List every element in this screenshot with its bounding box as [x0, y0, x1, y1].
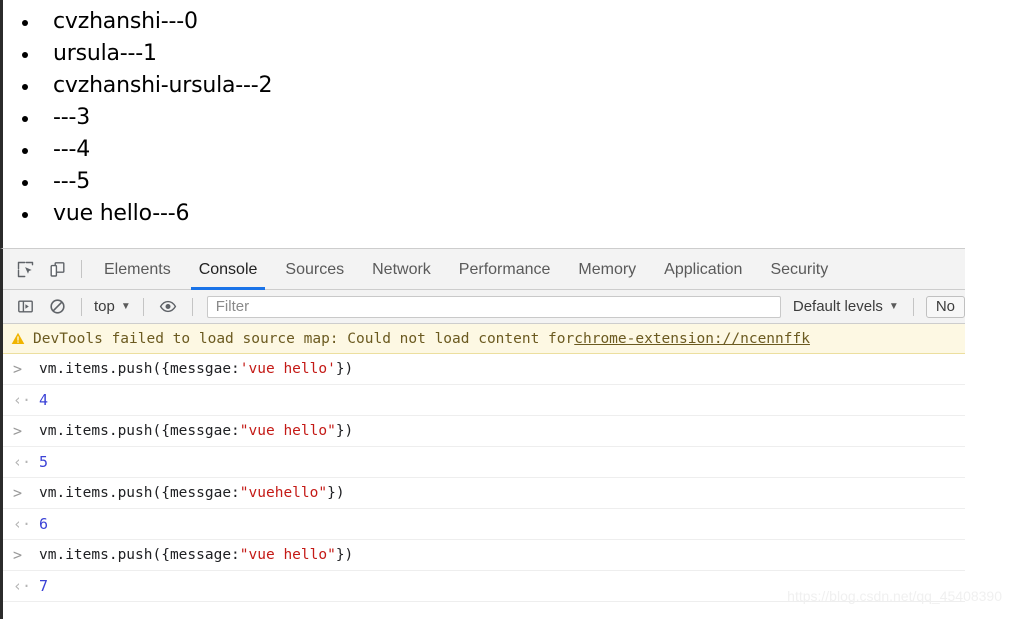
vue-items-list: cvzhanshi---0 ursula---1 cvzhanshi-ursul… [3, 0, 1014, 230]
filter-input[interactable] [206, 295, 781, 318]
console-code-tail: }) [335, 361, 354, 377]
console-prompt-icon: > [13, 483, 23, 502]
warning-triangle-icon [11, 332, 25, 345]
chevron-down-icon: ▼ [888, 300, 899, 312]
tab-memory[interactable]: Memory [564, 249, 650, 290]
chevron-down-icon: ▼ [120, 300, 131, 312]
console-string-literal: "vue hello" [239, 423, 336, 439]
log-levels-label: Default levels [792, 298, 883, 315]
console-sidebar-icon[interactable] [11, 293, 39, 321]
console-prompt-icon: > [13, 421, 23, 440]
list-item: ---5 [3, 166, 1014, 198]
console-return-icon: ‹· [13, 390, 32, 409]
clear-console-icon[interactable] [43, 293, 71, 321]
tab-application[interactable]: Application [650, 249, 756, 290]
filterbar-divider-2 [142, 297, 144, 316]
console-code: vm.items.push({message: [39, 547, 240, 563]
console-result-row: ‹· 6 [3, 509, 965, 540]
console-string-literal: "vuehello" [239, 485, 328, 501]
console-return-icon: ‹· [13, 514, 32, 533]
list-item: ---3 [3, 102, 1014, 134]
console-input-row[interactable]: > vm.items.push({messgae: "vuehello"}) [3, 478, 965, 509]
console-return-value: 5 [39, 453, 49, 471]
console-return-value: 6 [39, 515, 49, 533]
console-code-tail: }) [335, 547, 354, 563]
console-result-row: ‹· 5 [3, 447, 965, 478]
devtools-tab-list: Elements Console Sources Network Perform… [90, 249, 842, 290]
console-filter-bar: top ▼ Default levels ▼ No [3, 290, 965, 324]
console-code: vm.items.push({messgae: [39, 361, 240, 377]
console-return-icon: ‹· [13, 576, 32, 595]
console-prompt-icon: > [13, 545, 23, 564]
console-string-literal: "vue hello" [239, 547, 336, 563]
execution-context-label: top [94, 298, 115, 315]
console-output: DevTools failed to load source map: Coul… [3, 324, 965, 618]
list-item: cvzhanshi-ursula---2 [3, 70, 1014, 102]
tab-performance[interactable]: Performance [445, 249, 565, 290]
list-item: ursula---1 [3, 38, 1014, 70]
toolbar-divider [81, 260, 82, 278]
filterbar-divider-3 [191, 297, 193, 316]
console-code: vm.items.push({messgae: [39, 423, 240, 439]
devtools-panel: Elements Console Sources Network Perform… [0, 248, 965, 619]
console-input-row[interactable]: > vm.items.push({messgae: "vue hello"}) [3, 416, 965, 447]
device-toolbar-icon[interactable] [43, 255, 71, 283]
console-string-literal: 'vue hello' [239, 361, 336, 377]
live-expression-icon[interactable] [154, 293, 182, 321]
screenshot-root: cvzhanshi---0 ursula---1 cvzhanshi-ursul… [0, 0, 1014, 619]
log-levels-selector[interactable]: Default levels ▼ [787, 296, 905, 317]
rendered-page-area: cvzhanshi---0 ursula---1 cvzhanshi-ursul… [0, 0, 1014, 248]
execution-context-selector[interactable]: top ▼ [90, 296, 135, 317]
warning-text: DevTools failed to load source map: Coul… [33, 330, 575, 347]
tab-security[interactable]: Security [756, 249, 842, 290]
filterbar-divider-4 [912, 297, 914, 316]
inspect-element-icon[interactable] [11, 255, 39, 283]
console-code: vm.items.push({messgae: [39, 485, 240, 501]
list-item: vue hello---6 [3, 198, 1014, 230]
console-return-value: 7 [39, 577, 49, 595]
tab-console[interactable]: Console [185, 249, 272, 290]
console-input-row[interactable]: > vm.items.push({message: "vue hello"}) [3, 540, 965, 571]
list-item: cvzhanshi---0 [3, 6, 1014, 38]
console-return-icon: ‹· [13, 452, 32, 471]
console-code-tail: }) [327, 485, 345, 501]
console-warning-row: DevTools failed to load source map: Coul… [3, 324, 965, 354]
console-input-row[interactable]: > vm.items.push({messgae:'vue hello'}) [3, 354, 965, 385]
issues-button[interactable]: No [925, 295, 965, 318]
console-code-tail: }) [335, 423, 354, 439]
filterbar-divider-1 [81, 297, 82, 316]
list-item: ---4 [3, 134, 1014, 166]
tab-network[interactable]: Network [358, 249, 445, 290]
devtools-tabbar: Elements Console Sources Network Perform… [3, 249, 965, 290]
tab-sources[interactable]: Sources [271, 249, 358, 290]
console-prompt-icon: > [13, 359, 23, 378]
console-result-row: ‹· 7 [3, 571, 965, 602]
console-result-row: ‹· 4 [3, 385, 965, 416]
console-return-value: 4 [39, 391, 49, 409]
warning-link[interactable]: chrome-extension://ncennffk [574, 331, 810, 347]
tab-elements[interactable]: Elements [90, 249, 185, 290]
